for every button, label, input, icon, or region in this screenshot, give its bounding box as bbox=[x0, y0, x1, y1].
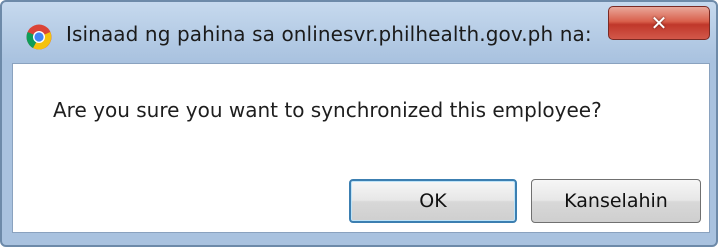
dialog-titlebar[interactable]: Isinaad ng pahina sa onlinesvr.philhealt… bbox=[2, 2, 716, 64]
dialog-title: Isinaad ng pahina sa onlinesvr.philhealt… bbox=[66, 22, 592, 46]
alert-dialog-window: Isinaad ng pahina sa onlinesvr.philhealt… bbox=[0, 0, 718, 247]
dialog-bottom-frame bbox=[12, 233, 710, 245]
dialog-content: Are you sure you want to synchronized th… bbox=[12, 63, 710, 233]
cancel-button[interactable]: Kanselahin bbox=[531, 179, 701, 223]
close-button[interactable]: ✕ bbox=[608, 6, 710, 40]
dialog-message: Are you sure you want to synchronized th… bbox=[53, 98, 602, 122]
chrome-browser-icon bbox=[26, 24, 52, 50]
ok-button[interactable]: OK bbox=[349, 179, 517, 223]
close-icon: ✕ bbox=[650, 11, 668, 35]
